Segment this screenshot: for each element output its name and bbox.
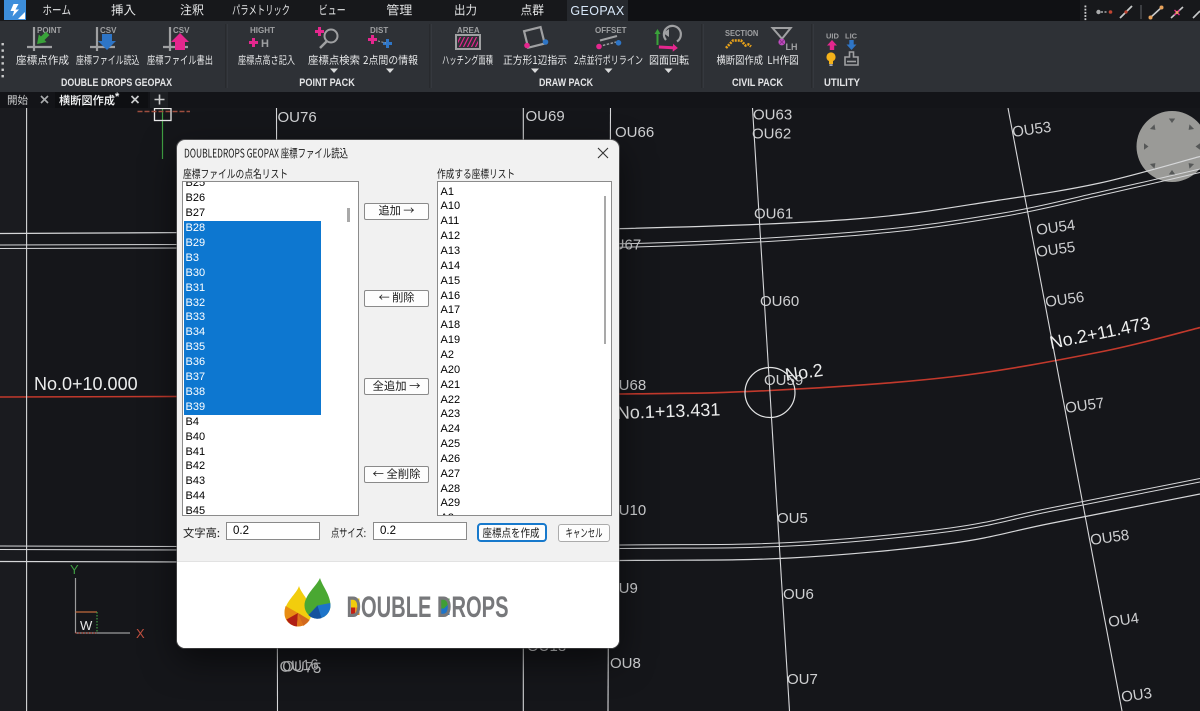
- svg-text:CIVIL PACK: CIVIL PACK: [732, 77, 783, 89]
- svg-text:OU7: OU7: [787, 671, 818, 688]
- svg-text:OU76: OU76: [278, 109, 317, 126]
- svg-text:OU66: OU66: [615, 124, 654, 141]
- svg-text:LH: LH: [786, 42, 798, 52]
- svg-text:Y: Y: [70, 562, 79, 577]
- svg-text:OU62: OU62: [752, 126, 791, 143]
- svg-text:No.1+13.431: No.1+13.431: [616, 399, 720, 423]
- svg-text:POINT PACK: POINT PACK: [299, 77, 355, 89]
- svg-text:LIC: LIC: [845, 32, 858, 41]
- svg-text:OU6: OU6: [783, 586, 814, 603]
- svg-text:DOUBLE DROPS: DOUBLE DROPS: [347, 591, 509, 624]
- svg-text:UTILITY: UTILITY: [824, 77, 861, 89]
- svg-text:OU60: OU60: [760, 293, 799, 310]
- svg-text:SECTION: SECTION: [725, 29, 758, 39]
- svg-text:OFFSET: OFFSET: [595, 26, 627, 35]
- svg-text:DRAW PACK: DRAW PACK: [539, 77, 593, 89]
- svg-text:UID: UID: [826, 32, 840, 41]
- svg-text:AREA: AREA: [457, 26, 480, 35]
- svg-text:OU63: OU63: [753, 107, 792, 124]
- svg-text:OU61: OU61: [754, 206, 793, 223]
- svg-text:X: X: [136, 626, 145, 641]
- svg-text:OU5: OU5: [777, 510, 808, 527]
- svg-text:*: *: [115, 91, 120, 103]
- svg-text:H: H: [261, 38, 269, 50]
- svg-text:OU69: OU69: [526, 108, 565, 125]
- svg-text:DIST: DIST: [370, 26, 388, 35]
- svg-text:W: W: [80, 618, 93, 633]
- svg-text:No.0+10.000: No.0+10.000: [34, 374, 138, 394]
